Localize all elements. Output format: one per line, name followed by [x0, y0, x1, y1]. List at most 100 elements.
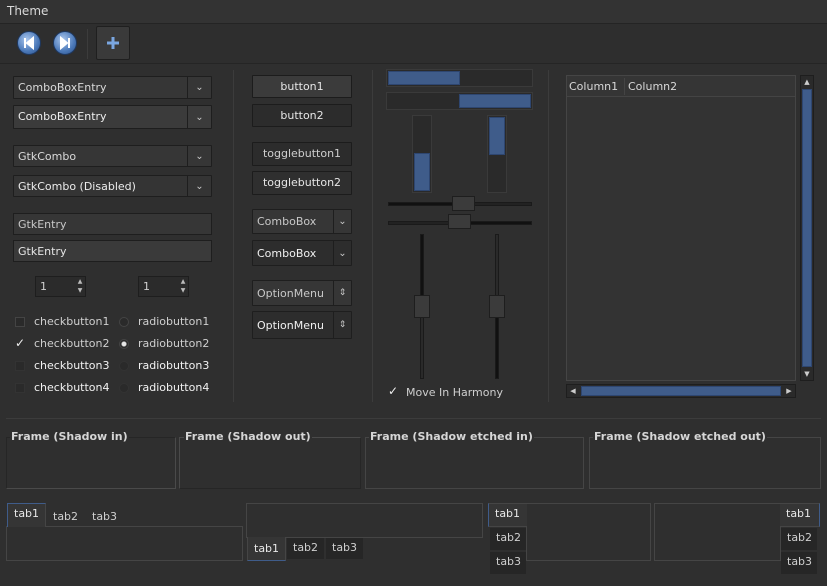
- optionmenu-1[interactable]: OptionMenu ⇕: [252, 280, 352, 306]
- chevron-down-icon[interactable]: ⌄: [187, 77, 211, 98]
- radiobutton-1-label[interactable]: radiobutton1: [138, 315, 209, 328]
- spinbutton-2-value: 1: [143, 280, 150, 293]
- button2[interactable]: button2: [252, 104, 352, 127]
- gtkentry-1[interactable]: GtkEntry: [13, 213, 212, 235]
- spinbutton-2[interactable]: 1 ▲ ▼: [138, 276, 189, 297]
- checkbox-4[interactable]: [15, 383, 25, 393]
- window-titlebar: Theme: [0, 0, 827, 24]
- checkbutton-2-label[interactable]: checkbutton2: [34, 337, 110, 350]
- tab-label: tab2: [53, 510, 79, 523]
- hscale-2-knob[interactable]: [448, 214, 471, 229]
- radio-3[interactable]: [119, 361, 129, 371]
- hscale-1-knob[interactable]: [452, 196, 475, 211]
- tab-label: tab1: [254, 542, 280, 555]
- vertical-scrollbar[interactable]: ▲ ▼: [800, 75, 814, 381]
- scroll-down-icon[interactable]: ▼: [801, 368, 813, 380]
- button1[interactable]: button1: [252, 75, 352, 98]
- tab-label: tab2: [496, 531, 522, 544]
- radio-1[interactable]: [119, 317, 129, 327]
- chevron-down-icon: ⌄: [187, 176, 211, 196]
- tab-label: tab3: [496, 555, 522, 568]
- tab-label: tab3: [332, 541, 358, 554]
- harmony-checkbox[interactable]: ✓: [388, 385, 398, 397]
- notebook-4-tab2[interactable]: tab2: [781, 528, 817, 550]
- comboboxentry-2[interactable]: ComboBoxEntry ⌄: [13, 105, 212, 129]
- chevron-down-icon[interactable]: ⌄: [333, 241, 351, 265]
- checkbox-3[interactable]: [15, 361, 25, 371]
- combobox-2[interactable]: ComboBox ⌄: [252, 240, 352, 266]
- gtkentry-1-text: GtkEntry: [18, 218, 67, 231]
- progressbar-v-1: [412, 115, 432, 193]
- notebook-2-tab1[interactable]: tab1: [247, 537, 287, 561]
- scroll-right-icon[interactable]: ▶: [783, 385, 795, 397]
- combobox-1[interactable]: ComboBox ⌄: [252, 209, 352, 234]
- progressbar-h-1: [386, 69, 533, 87]
- togglebutton1-label: togglebutton1: [262, 147, 342, 160]
- frame-shadow-in: [6, 437, 176, 489]
- vscale-1-knob[interactable]: [414, 295, 430, 318]
- go-back-icon[interactable]: [17, 31, 41, 55]
- tab-label: tab3: [787, 555, 813, 568]
- frame-shadow-etched-out-title: Frame (Shadow etched out): [593, 430, 767, 443]
- updown-icon[interactable]: ⇕: [333, 312, 351, 338]
- progress-fill: [489, 117, 505, 155]
- radiobutton-2-label[interactable]: radiobutton2: [138, 337, 209, 350]
- vscale-2-knob[interactable]: [489, 295, 505, 318]
- spin-arrows-icon[interactable]: ▲ ▼: [178, 277, 188, 296]
- checkbutton-1-label[interactable]: checkbutton1: [34, 315, 110, 328]
- radio-4[interactable]: [119, 383, 129, 393]
- spinbutton-1[interactable]: 1 ▲ ▼: [35, 276, 86, 297]
- checkbutton-3-label[interactable]: checkbutton3: [34, 359, 110, 372]
- window-title: Theme: [7, 4, 49, 18]
- notebook-4-tab1[interactable]: tab1: [780, 503, 820, 527]
- radiobutton-3-label[interactable]: radiobutton3: [138, 359, 209, 372]
- go-forward-icon[interactable]: [53, 31, 77, 55]
- tab-label: tab1: [786, 507, 812, 520]
- toolbar-separator: [87, 29, 88, 59]
- notebook-2-tab3[interactable]: tab3: [326, 538, 364, 559]
- separator: [233, 70, 234, 402]
- gtkcombo-1[interactable]: GtkCombo ⌄: [13, 145, 212, 167]
- treeview[interactable]: Column1 Column2: [566, 75, 796, 381]
- notebook-3-tab3[interactable]: tab3: [490, 552, 526, 574]
- column-header-1[interactable]: Column1: [569, 80, 618, 93]
- chevron-down-icon[interactable]: ⌄: [333, 210, 351, 233]
- notebook-3-tab1[interactable]: tab1: [488, 503, 527, 527]
- scroll-up-icon[interactable]: ▲: [801, 76, 813, 88]
- updown-icon[interactable]: ⇕: [333, 281, 351, 305]
- scroll-left-icon[interactable]: ◀: [567, 385, 579, 397]
- togglebutton2[interactable]: togglebutton2: [252, 171, 352, 195]
- tab-label: tab1: [14, 507, 40, 520]
- column-header-2[interactable]: Column2: [628, 80, 677, 93]
- scrollbar-thumb[interactable]: [581, 386, 781, 396]
- separator: [6, 418, 821, 419]
- gtkcombo-2-text: GtkCombo (Disabled): [18, 180, 136, 193]
- optionmenu-2[interactable]: OptionMenu ⇕: [252, 311, 352, 339]
- comboboxentry-1[interactable]: ComboBoxEntry ⌄: [13, 76, 212, 99]
- spin-arrows-icon[interactable]: ▲ ▼: [75, 277, 85, 296]
- notebook-4-page: [654, 503, 781, 561]
- harmony-label[interactable]: Move In Harmony: [406, 386, 503, 399]
- notebook-1-tab1[interactable]: tab1: [7, 503, 47, 527]
- checkbox-2-checked[interactable]: ✓: [15, 337, 25, 349]
- notebook-1-tab2[interactable]: tab2: [47, 507, 84, 526]
- frame-shadow-etched-out: [589, 437, 821, 489]
- togglebutton1[interactable]: togglebutton1: [252, 142, 352, 166]
- notebook-2-tab2[interactable]: tab2: [287, 538, 325, 559]
- add-button[interactable]: [96, 26, 130, 60]
- notebook-4-tab3[interactable]: tab3: [781, 552, 817, 574]
- frame-shadow-in-title: Frame (Shadow in): [10, 430, 129, 443]
- radiobutton-4-label[interactable]: radiobutton4: [138, 381, 209, 394]
- scrollbar-thumb[interactable]: [802, 89, 812, 367]
- chevron-down-icon[interactable]: ⌄: [187, 146, 211, 166]
- notebook-1-tab3[interactable]: tab3: [86, 507, 123, 526]
- checkbutton-4-label[interactable]: checkbutton4: [34, 381, 110, 394]
- gtkentry-2[interactable]: GtkEntry: [13, 240, 212, 262]
- notebook-3-tab2[interactable]: tab2: [490, 528, 526, 550]
- horizontal-scrollbar[interactable]: ◀ ▶: [566, 384, 796, 398]
- radio-2-selected[interactable]: [119, 339, 129, 349]
- notebook-1-page: [6, 526, 243, 561]
- comboboxentry-1-text: ComboBoxEntry: [18, 81, 107, 94]
- chevron-down-icon[interactable]: ⌄: [187, 106, 211, 128]
- checkbox-1[interactable]: [15, 317, 25, 327]
